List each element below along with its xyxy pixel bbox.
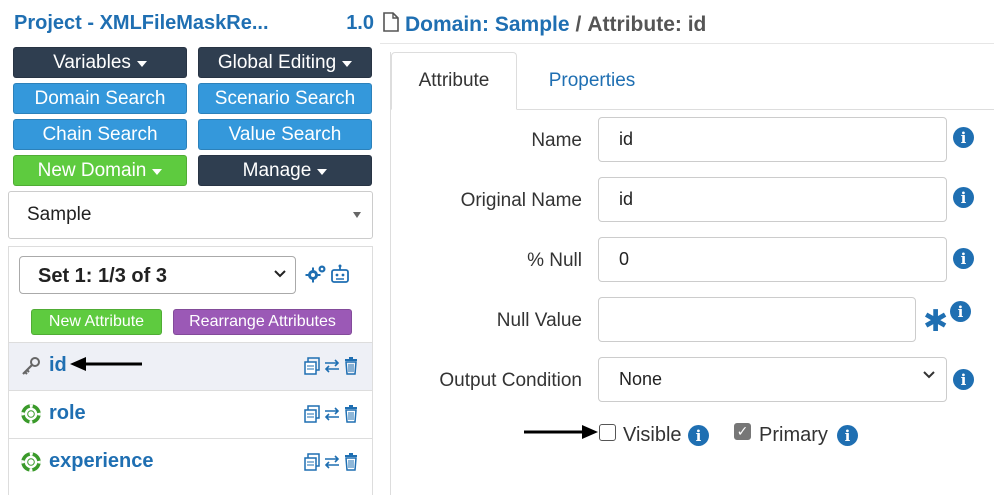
new-domain-label: New Domain [37, 159, 147, 181]
name-label: Name [531, 130, 582, 151]
dropdown-arrow-icon [353, 212, 361, 218]
row-actions [304, 453, 358, 476]
caret-down-icon [152, 169, 163, 175]
domain-select-value: Sample [27, 204, 92, 225]
attribute-row-role[interactable]: role [9, 390, 372, 438]
new-domain-button[interactable]: New Domain [13, 155, 187, 186]
info-icon[interactable]: i [837, 425, 858, 446]
attribute-label[interactable]: role [49, 402, 86, 425]
value-search-button[interactable]: Value Search [198, 119, 372, 150]
domain-select[interactable]: Sample [8, 191, 373, 239]
lifebuoy-icon [21, 452, 41, 472]
output-condition-select[interactable]: None [598, 357, 947, 402]
swap-icon[interactable] [323, 405, 341, 428]
null-value-label: Null Value [496, 310, 582, 331]
gears-icon[interactable] [305, 264, 327, 289]
pct-null-input[interactable]: 0 [598, 237, 947, 282]
primary-label: Primary [759, 424, 828, 446]
project-title[interactable]: Project - XMLFileMaskRe... [14, 12, 269, 35]
domain-search-button[interactable]: Domain Search [13, 83, 187, 114]
caret-down-icon [317, 169, 328, 175]
attribute-row-id[interactable]: id [9, 342, 372, 390]
manage-button[interactable]: Manage [198, 155, 372, 186]
info-icon[interactable]: i [953, 127, 974, 148]
chain-search-button[interactable]: Chain Search [13, 119, 187, 150]
global-editing-button[interactable]: Global Editing [198, 47, 372, 78]
copy-icon[interactable] [304, 405, 320, 428]
tab-bar: Attribute Properties [391, 52, 994, 110]
lifebuoy-icon [21, 404, 41, 424]
manage-label: Manage [242, 159, 312, 181]
pct-null-label: % Null [527, 250, 582, 271]
tab-attribute[interactable]: Attribute [391, 52, 517, 110]
header-divider [380, 43, 994, 44]
attribute-list-panel: Set 1: 1/3 of 3 New Attribute Rearrange … [8, 246, 373, 495]
visible-label: Visible [623, 424, 682, 446]
variables-label: Variables [53, 51, 131, 73]
info-icon[interactable]: i [953, 369, 974, 390]
chevron-down-icon [273, 267, 287, 284]
robot-icon[interactable] [330, 264, 350, 289]
annotation-arrow-visible [524, 424, 598, 445]
breadcrumb-separator: / [575, 13, 582, 36]
trash-icon[interactable] [344, 357, 358, 380]
set-select[interactable]: Set 1: 1/3 of 3 [19, 256, 296, 294]
attribute-label[interactable]: experience [49, 450, 154, 473]
variables-button[interactable]: Variables [13, 47, 187, 78]
set-tools [305, 264, 350, 289]
attribute-label[interactable]: id [49, 354, 67, 377]
copy-icon[interactable] [304, 453, 320, 476]
tab-properties[interactable]: Properties [517, 52, 667, 110]
scenario-search-button[interactable]: Scenario Search [198, 83, 372, 114]
output-condition-label: Output Condition [439, 370, 582, 391]
row-actions [304, 405, 358, 428]
breadcrumb-domain[interactable]: Domain: Sample [405, 13, 570, 37]
set-select-value: Set 1: 1/3 of 3 [38, 265, 167, 287]
original-name-input[interactable]: id [598, 177, 947, 222]
project-header: Project - XMLFileMaskRe... 1.0 [14, 12, 374, 35]
swap-icon[interactable] [323, 453, 341, 476]
original-name-label: Original Name [460, 190, 582, 211]
rearrange-attributes-button[interactable]: Rearrange Attributes [173, 309, 352, 335]
file-icon [383, 12, 399, 38]
attribute-row-experience[interactable]: experience [9, 438, 372, 486]
breadcrumb: Domain: Sample / Attribute: id [383, 12, 706, 38]
chevron-down-icon [922, 368, 936, 387]
info-icon[interactable]: i [688, 425, 709, 446]
name-input[interactable]: id [598, 117, 947, 162]
trash-icon[interactable] [344, 453, 358, 476]
trash-icon[interactable] [344, 405, 358, 428]
project-version: 1.0 [346, 12, 374, 34]
output-condition-value: None [619, 369, 663, 389]
annotation-arrow-id [70, 356, 144, 377]
primary-checkbox[interactable]: ✓ [734, 423, 751, 440]
attribute-detail-panel: Attribute Properties Name id i Original … [390, 52, 994, 495]
caret-down-icon [342, 61, 353, 67]
breadcrumb-attribute: Attribute: id [587, 13, 707, 36]
key-icon [21, 356, 41, 376]
info-icon[interactable]: i [950, 301, 971, 322]
caret-down-icon [136, 61, 147, 67]
swap-icon[interactable] [323, 357, 341, 380]
copy-icon[interactable] [304, 357, 320, 380]
global-editing-label: Global Editing [217, 51, 337, 73]
new-attribute-button[interactable]: New Attribute [31, 309, 162, 335]
visible-checkbox[interactable] [599, 424, 616, 441]
info-icon[interactable]: i [953, 248, 974, 269]
info-icon[interactable]: i [953, 187, 974, 208]
asterisk-icon[interactable]: ✱ [923, 304, 948, 339]
null-value-input[interactable] [598, 297, 916, 342]
row-actions [304, 357, 358, 380]
